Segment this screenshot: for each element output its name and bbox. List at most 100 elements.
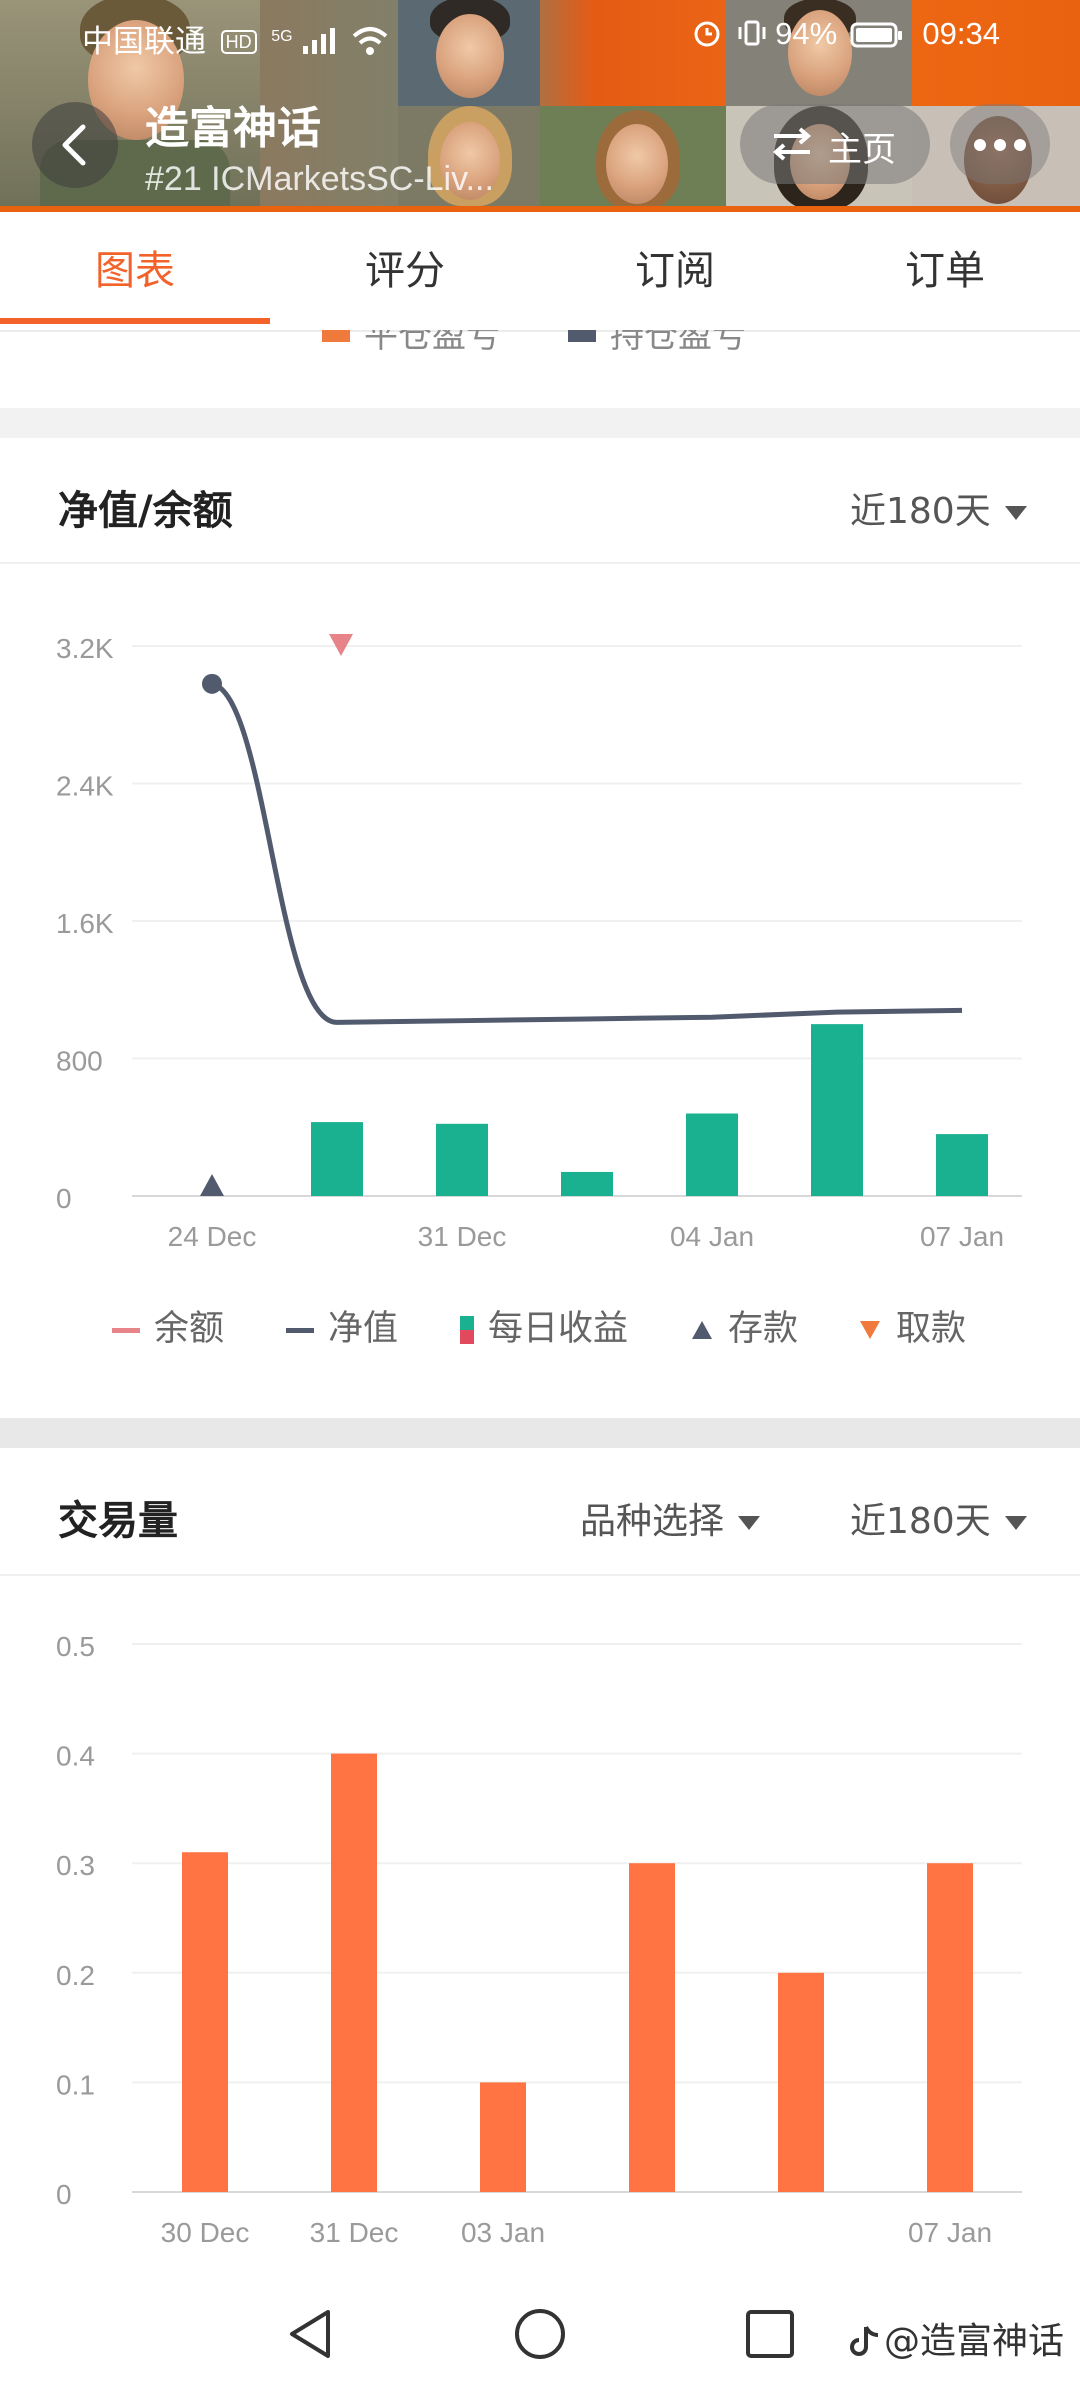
legend-label: 余额 bbox=[154, 1309, 225, 1349]
legend-label: 每日收益 bbox=[488, 1309, 629, 1349]
y-tick-label: 3.2K bbox=[56, 633, 114, 664]
volume-bar bbox=[629, 1863, 675, 2192]
clock: 09:34 bbox=[922, 16, 1000, 51]
x-tick-label: 31 Dec bbox=[310, 2217, 399, 2248]
x-tick-label: 07 Jan bbox=[908, 2217, 992, 2248]
carrier-name: 中国联通 bbox=[82, 24, 206, 59]
y-tick-label: 0.1 bbox=[56, 2069, 95, 2100]
y-tick-label: 0 bbox=[56, 2179, 72, 2210]
more-options-button[interactable] bbox=[950, 104, 1050, 184]
volume-range-label: 近180天 bbox=[850, 1501, 991, 1542]
tab-bar: 图表 评分 订阅 订单 bbox=[0, 212, 1080, 332]
section-separator bbox=[0, 1418, 1080, 1448]
equity-start-point bbox=[202, 673, 222, 694]
legend-label: 持仓盈亏 bbox=[610, 330, 746, 352]
tab-chart[interactable]: 图表 bbox=[0, 212, 270, 330]
deposit-marker bbox=[200, 1174, 224, 1196]
daily-profit-bar bbox=[311, 1122, 363, 1196]
watermark-text: @造富神话 bbox=[883, 2321, 1064, 2362]
network-type: 5G bbox=[271, 27, 293, 45]
more-dot-icon bbox=[974, 139, 986, 151]
alarm-icon bbox=[694, 21, 720, 47]
caret-down-icon bbox=[738, 1516, 761, 1530]
balance-swatch bbox=[112, 1327, 140, 1333]
tab-subscribe[interactable]: 订阅 bbox=[540, 212, 810, 330]
volume-bar bbox=[331, 1753, 377, 2192]
more-dot-icon bbox=[1014, 139, 1026, 151]
back-button[interactable] bbox=[32, 102, 118, 188]
legend-item-withdrawal[interactable]: 取款 bbox=[858, 1300, 966, 1351]
chevron-left-icon bbox=[62, 124, 86, 166]
y-tick-label: 2.4K bbox=[56, 771, 114, 802]
previous-legend-peek: 平仓盈亏 持仓盈亏 bbox=[0, 330, 1080, 352]
volume-bar bbox=[927, 1863, 973, 2192]
triangle-up-icon bbox=[692, 1321, 712, 1339]
daily-profit-swatch bbox=[460, 1316, 474, 1344]
hd-badge: HD bbox=[220, 30, 257, 54]
daily-profit-bar bbox=[561, 1171, 613, 1196]
volume-bar bbox=[778, 1972, 824, 2192]
legend-label: 平仓盈亏 bbox=[364, 330, 500, 352]
legend-label: 取款 bbox=[896, 1309, 967, 1349]
volume-bar bbox=[480, 2082, 526, 2192]
x-tick-label: 04 Jan bbox=[670, 1221, 754, 1252]
x-tick-label: 30 Dec bbox=[161, 2217, 250, 2248]
battery-icon bbox=[850, 22, 902, 48]
tiktok-logo-icon bbox=[850, 2326, 879, 2356]
home-button-label: 主页 bbox=[828, 130, 896, 170]
y-tick-label: 0.4 bbox=[56, 1741, 95, 1772]
volume-chart: 0 0.1 0.2 0.3 0.4 0.5 30 Dec 31 Dec 03 Jan 07 Jan bbox=[56, 1631, 1022, 2248]
legend-item-deposit[interactable]: 存款 bbox=[690, 1300, 798, 1351]
volume-bar bbox=[182, 1852, 228, 2192]
watermark: @造富神话 bbox=[848, 2312, 1064, 2364]
tab-orders[interactable]: 订单 bbox=[810, 212, 1080, 330]
triangle-down-icon bbox=[860, 1321, 880, 1339]
symbol-filter-dropdown[interactable]: 品种选择 bbox=[580, 1492, 761, 1544]
x-tick-label: 24 Dec bbox=[168, 1221, 257, 1252]
equity-range-dropdown[interactable]: 近180天 bbox=[850, 482, 1027, 534]
equity-line bbox=[211, 681, 963, 1025]
swap-icon bbox=[772, 127, 812, 161]
equity-legend: 余额 净值 每日收益 存款 取款 bbox=[0, 1300, 1080, 1360]
daily-profit-bar bbox=[936, 1134, 988, 1196]
y-tick-label: 800 bbox=[56, 1046, 103, 1077]
nav-recents-icon[interactable] bbox=[742, 2306, 798, 2362]
y-tick-label: 0.3 bbox=[56, 1850, 95, 1881]
status-right: 94% 09:34 bbox=[692, 16, 1000, 52]
volume-range-dropdown[interactable]: 近180天 bbox=[850, 1492, 1027, 1544]
account-subtitle: #21 ICMarketsSC-Liv... bbox=[145, 160, 494, 198]
y-tick-label: 1.6K bbox=[56, 908, 114, 939]
legend-item-equity[interactable]: 净值 bbox=[286, 1300, 398, 1351]
symbol-filter-label: 品种选择 bbox=[580, 1501, 725, 1542]
vibrate-icon bbox=[738, 20, 765, 46]
nav-home-icon[interactable] bbox=[512, 2306, 568, 2362]
tab-rating[interactable]: 评分 bbox=[270, 212, 540, 330]
daily-profit-bar bbox=[686, 1113, 738, 1196]
more-dot-icon bbox=[994, 139, 1006, 151]
caret-down-icon bbox=[1004, 1516, 1027, 1530]
home-button[interactable]: 主页 bbox=[740, 104, 930, 184]
card-divider bbox=[0, 562, 1080, 564]
legend-label: 净值 bbox=[328, 1309, 399, 1349]
equity-range-label: 近180天 bbox=[850, 491, 991, 532]
card-divider bbox=[0, 1574, 1080, 1576]
signal-icon bbox=[303, 28, 336, 54]
x-tick-label: 07 Jan bbox=[920, 1221, 1004, 1252]
y-tick-label: 0.2 bbox=[56, 1960, 95, 1991]
y-tick-label: 0 bbox=[56, 1183, 72, 1214]
header: 中国联通 HD 5G 94% 09:34 造富神话 #21 ICMarketsS… bbox=[0, 0, 1080, 212]
section-separator bbox=[0, 408, 1080, 438]
legend-item-balance[interactable]: 余额 bbox=[112, 1300, 224, 1351]
x-tick-label: 31 Dec bbox=[418, 1221, 507, 1252]
equity-chart: 0 800 1.6K 2.4K 3.2K 24 Dec 31 Dec 04 Jan 07 Jan bbox=[56, 633, 1022, 1252]
equity-swatch bbox=[286, 1327, 314, 1333]
volume-card-title: 交易量 bbox=[58, 1498, 178, 1544]
legend-swatch bbox=[568, 330, 596, 342]
active-tab-indicator bbox=[0, 318, 270, 324]
daily-profit-bar bbox=[436, 1123, 488, 1196]
wifi-icon bbox=[352, 27, 388, 55]
status-left: 中国联通 HD 5G bbox=[82, 16, 390, 61]
legend-item-daily-profit[interactable]: 每日收益 bbox=[460, 1300, 628, 1351]
page-title: 造富神话 bbox=[145, 103, 321, 154]
nav-back-icon[interactable] bbox=[282, 2306, 338, 2362]
